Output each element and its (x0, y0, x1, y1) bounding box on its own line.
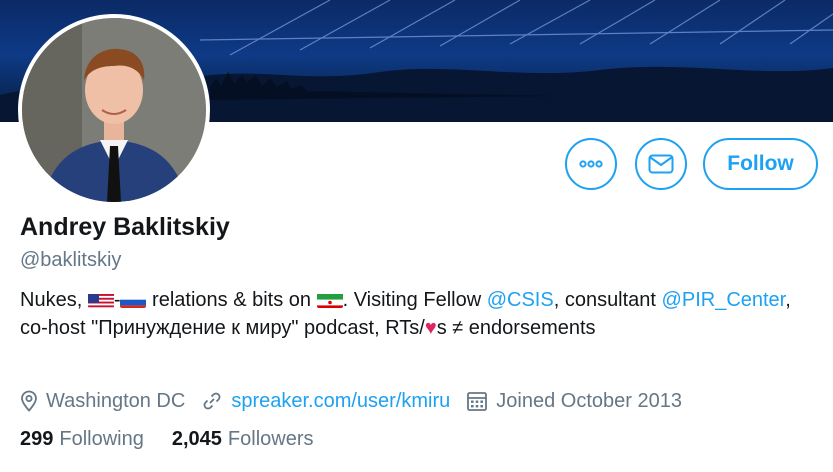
website-item: spreaker.com/user/kmiru (201, 390, 450, 413)
followers-label: Followers (227, 428, 314, 450)
link-icon (203, 392, 221, 410)
bio-text: Nukes, (20, 289, 88, 311)
avatar-photo (22, 18, 206, 202)
website-link[interactable]: spreaker.com/user/kmiru (231, 390, 450, 413)
more-options-button[interactable] (565, 138, 617, 190)
mention-csis-link[interactable]: @CSIS (487, 289, 554, 311)
following-label: Following (59, 428, 144, 450)
more-icon (579, 160, 603, 168)
joined-item: Joined October 2013 (466, 390, 682, 413)
message-button[interactable] (635, 138, 687, 190)
profile-stats: 299 Following 2,045 Followers (20, 428, 342, 451)
heart-icon: ♥ (424, 317, 437, 339)
bio-text: s ≠ endorsements (436, 317, 596, 339)
location-item: Washington DC (20, 390, 185, 413)
following-count: 299 (20, 428, 54, 450)
followers-link[interactable]: 2,045 Followers (172, 428, 314, 451)
follow-button[interactable]: Follow (703, 138, 818, 190)
bio-text: , consultant (553, 289, 662, 311)
us-flag-icon (87, 291, 114, 308)
envelope-icon (648, 154, 674, 174)
russia-flag-icon (120, 291, 147, 308)
avatar[interactable] (22, 18, 206, 202)
profile-handle: @baklitskiy (20, 249, 122, 271)
location-pin-icon (21, 390, 37, 412)
calendar-icon (467, 392, 488, 411)
profile-meta: Washington DC spreaker.com/user/kmiru Jo… (20, 386, 698, 416)
joined-text: Joined October 2013 (496, 389, 682, 412)
mention-pir-center-link[interactable]: @PIR_Center (662, 289, 786, 311)
followers-count: 2,045 (171, 428, 222, 450)
location-text: Washington DC (46, 389, 186, 412)
bio-text: relations & bits on (146, 289, 317, 311)
bio-dash: - (113, 289, 121, 311)
profile-name: Andrey Baklitskiy (20, 213, 230, 241)
bio-text: . Visiting Fellow (342, 289, 487, 311)
following-link[interactable]: 299 Following (20, 428, 144, 451)
iran-flag-icon (316, 291, 343, 308)
profile-bio: Nukes, - relations & bits on . Visiting … (20, 286, 820, 342)
